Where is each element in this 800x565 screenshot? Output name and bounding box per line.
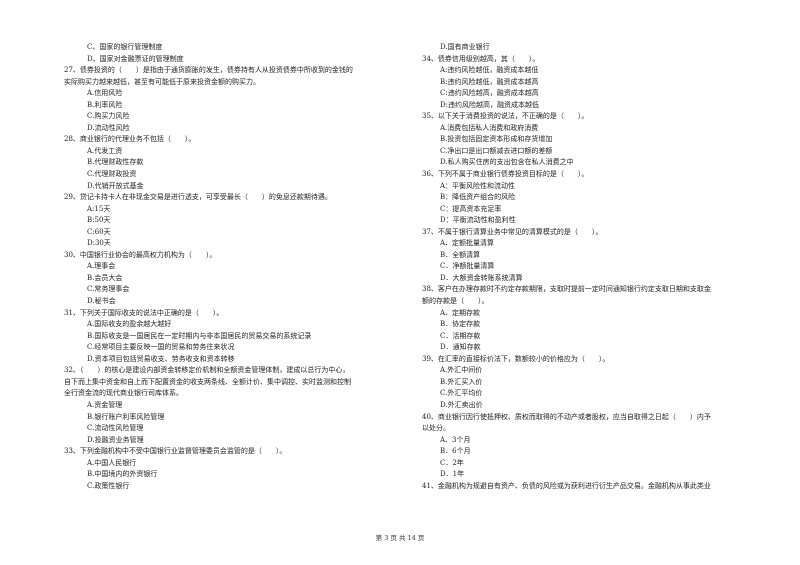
answer-option: A:违约风险越低，融资成本越低: [440, 66, 539, 75]
answer-option: D、国家对金融票证的管理制度: [87, 54, 184, 63]
answer-option: D.国有商业银行: [440, 43, 490, 51]
answer-option: C．2年: [440, 458, 464, 467]
answer-option: A.资金管理: [87, 400, 123, 409]
answer-option: D.投融资业务管理: [87, 435, 144, 444]
answer-option: C:违约风险越高，融资成本越高: [440, 89, 539, 98]
answer-option: B．协定存款: [440, 320, 481, 329]
answer-option: D:违约风险越高，融资成本越低: [440, 100, 539, 109]
answer-option: D.外汇卖出价: [440, 400, 483, 409]
question-text-line: 36、下列不属于商业银行债券投资目标的是（ ）。: [422, 170, 589, 179]
answer-option: B.代理财政性存款: [87, 158, 144, 167]
answer-option: D．大额资金转账系统清算: [440, 273, 523, 282]
question-text-line: 全行资金流的现代商业银行司库体系。: [64, 389, 183, 398]
answer-option: B.银行账户利率风险管理: [87, 412, 165, 421]
answer-option: D：平衡流动性和盈利性: [440, 216, 516, 225]
answer-option: D.流动性风险: [87, 123, 130, 132]
question-text-line: 38、客户在办理存款时不约定存款期限，支取时提前一定时间通知银行约定支取日期和支…: [422, 285, 711, 294]
answer-option: A.消费包括私人消费和政府消费: [440, 123, 539, 132]
answer-option: C.代理财政投资: [87, 170, 137, 179]
answer-option: B.国际收支是一国居民在一定时期内与非本国居民的贸易交易的系统记录: [87, 331, 312, 340]
question-text-line: 37、不属于银行清算业务中常见的清算模式的是（ ）。: [422, 227, 603, 236]
answer-option: A:15天: [87, 204, 111, 213]
answer-option: A.理事会: [87, 262, 116, 271]
answer-option: C.外汇平均价: [440, 389, 483, 398]
answer-option: D．1年: [440, 470, 465, 479]
answer-option: C．活期存款: [440, 331, 481, 340]
answer-option: B.外汇买入价: [440, 377, 483, 386]
right-column: D.国有商业银行 34、债券信用级别越高，其（ ）。 A:违约风险越低，融资成本越低…: [422, 42, 762, 492]
answer-option: D.秘书会: [87, 297, 116, 306]
answer-option: B.利率风险: [87, 100, 123, 109]
answer-option: D．通知存款: [440, 343, 481, 352]
answer-option: A．定额批量清算: [440, 239, 495, 248]
question-text-line: 28、商业银行的代理业务不包括（ ）。: [64, 135, 196, 144]
page-footer: 第 3 页 共 14 页: [375, 534, 425, 542]
answer-option: B.中国境内的外资银行: [87, 470, 158, 479]
answer-option: C.流动性风险管理: [87, 424, 144, 433]
document-page: C、国家的银行管理制度 D、国家对金融票证的管理制度 27、债券投资的（ ）是指由于…: [0, 0, 800, 565]
answer-option: D.私人购买住房的支出包含在私人消费之中: [440, 158, 574, 167]
answer-option: D.代销开放式基金: [87, 181, 144, 190]
answer-option: A．定期存款: [440, 308, 481, 317]
question-text-line: 41、金融机构为规避自有资产、负债的风险或为获利进行衍生产品交易。金融机构从事此…: [422, 481, 711, 490]
answer-option: B.会员大会: [87, 273, 123, 282]
answer-option: C:60天: [87, 227, 111, 236]
question-text-line: 实际购买力越来越低，甚至有可能低于原来投资金额的购买力。: [64, 77, 260, 86]
question-text-line: 27、债券投资的（ ）是指由于通货膨胀的发生，债券持有人从投资债券中所收到的金钱…: [64, 66, 353, 75]
question-text-line: 34、债券信用级别越高，其（ ）。: [422, 54, 540, 63]
answer-option: B.投资包括固定资本形成和存货增加: [440, 135, 553, 144]
answer-option: C.政策性银行: [87, 481, 130, 490]
question-text-line: 40、商业银行因行使抵押权、质权而取得的不动产或者股权，应当自取得之日起（ ）内…: [422, 412, 711, 421]
question-text-line: 39、在汇率的直接标价法下，数额较小的价格应为（ ）。: [422, 354, 610, 363]
answer-option: B．全额清算: [440, 250, 481, 259]
answer-option: A.中国人民银行: [87, 458, 137, 467]
answer-option: C、国家的银行管理制度: [87, 43, 163, 51]
question-text-line: 以处分。: [422, 424, 450, 433]
answer-option: C：提高资本充足率: [440, 204, 502, 213]
answer-option: C.常务理事会: [87, 285, 130, 294]
answer-option: B:违约风险越低，融资成本越高: [440, 77, 539, 86]
answer-option: B．6个月: [440, 447, 471, 456]
question-text-line: 额的存款是（ ）。: [422, 297, 489, 306]
answer-option: B:50天: [87, 216, 111, 225]
question-text-line: 31、下列关于国际收支的说法中正确的是（ ）。: [64, 308, 224, 317]
answer-option: C.购买力风险: [87, 112, 130, 121]
left-column: C、国家的银行管理制度 D、国家对金融票证的管理制度 27、债券投资的（ ）是指由于…: [64, 42, 399, 492]
answer-option: A：平衡风险性和流动性: [440, 181, 516, 190]
question-text-line: 32、（ ）的核心是建设内部资金转移定价机制和全额资金管理体制，建成以总行为中心…: [64, 366, 350, 375]
question-text-line: 自下而上集中资金和自上而下配置资金的收支两条线、全额计价、集中调控、实时监测和控…: [64, 377, 351, 386]
answer-option: C．净额批量清算: [440, 262, 495, 271]
question-text-line: 29、贷记卡持卡人在非现金交易是进行透支，可享受最长（ ）的免息还款期待遇。: [64, 193, 332, 202]
question-text-line: 30、中国银行业协会的最高权力机构为（ ）。: [64, 250, 217, 259]
question-text-line: 33、下列金融机构中不受中国银行业监督管理委员会监管的是（ ）。: [64, 447, 287, 456]
answer-option: D:30天: [87, 239, 111, 248]
answer-option: A.国际收支的盈余越大越好: [87, 320, 172, 329]
answer-option: C.经常项目主要反映一国的贸易和劳务往来状况: [87, 343, 235, 352]
question-text-line: 35、以下关于消费投资的说法，不正确的是（ ）。: [422, 112, 589, 121]
answer-option: C.净出口是出口额减去进口额的差额: [440, 146, 553, 155]
answer-option: D.资本项目包括贸易收支、劳务收支和资本转移: [87, 354, 235, 363]
answer-option: A．3个月: [440, 435, 471, 444]
answer-option: A.信用风险: [87, 89, 123, 98]
answer-option: A.代发工资: [87, 146, 123, 155]
answer-option: B：降低资产组合的风险: [440, 193, 516, 202]
answer-option: A.外汇中间价: [440, 366, 483, 375]
